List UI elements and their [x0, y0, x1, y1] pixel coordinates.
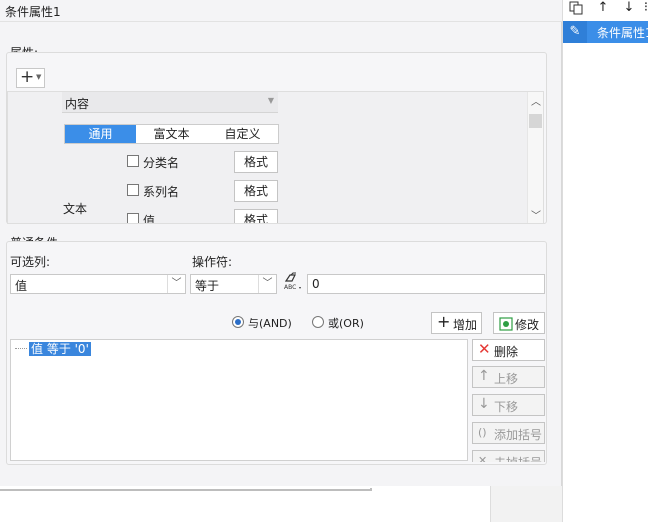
checkbox-label: 系列名: [143, 185, 180, 199]
condition-attribute-dialog: 条件属性1 属性: + ▼ 内容 ▼ 通用 富文本 自定义 分类名 格式 系列名…: [0, 0, 562, 486]
scroll-up-icon[interactable]: ︿: [531, 93, 541, 108]
tree-connector: [15, 348, 27, 349]
vertical-scrollbar[interactable]: ︿ ﹀: [527, 92, 543, 223]
formula-icon-text: ABC: [284, 284, 296, 291]
move-up-icon[interactable]: ↑: [595, 0, 611, 16]
move-down-label: 下移: [494, 400, 519, 414]
column-label: 可选列:: [10, 255, 51, 269]
content-dropdown[interactable]: 内容 ▼: [62, 92, 278, 113]
formula-type-icon[interactable]: ABC: [283, 272, 303, 292]
format-button-series[interactable]: 格式: [234, 180, 278, 202]
radio-or-label: 或(OR): [328, 317, 364, 330]
delete-icon: ✕: [478, 340, 491, 358]
bottom-divider: [0, 488, 372, 491]
condition-value-input[interactable]: 0: [307, 274, 545, 294]
remove-bracket-icon: ✕: [478, 454, 488, 462]
add-attribute-button[interactable]: + ▼: [16, 67, 45, 88]
list-item[interactable]: 值 等于 '0': [29, 342, 91, 356]
arrow-down-icon: ↓: [478, 396, 490, 412]
format-button-value[interactable]: 格式: [234, 209, 278, 223]
checkbox-label: 值: [143, 214, 156, 224]
format-button-category[interactable]: 格式: [234, 151, 278, 173]
move-up-label: 上移: [494, 372, 519, 386]
arrow-up-icon: ↑: [478, 368, 490, 384]
bottom-area: [0, 486, 562, 522]
operator-select-value: 等于: [195, 279, 220, 293]
checkbox[interactable]: [127, 213, 139, 223]
operator-select[interactable]: 等于 ﹀: [190, 274, 277, 294]
add-bracket-button[interactable]: () 添加括号: [472, 422, 545, 444]
chevron-down-icon: ﹀: [258, 275, 276, 293]
bracket-icon: (): [478, 426, 487, 439]
radio-button[interactable]: [312, 316, 324, 328]
attribute-panel: 内容 ▼ 通用 富文本 自定义 分类名 格式 系列名 格式 文本 值 格式 ︿ …: [7, 91, 544, 224]
remove-bracket-label: 去掉括号: [494, 454, 542, 462]
tab-custom[interactable]: 自定义: [207, 125, 278, 143]
move-down-icon[interactable]: ↓: [621, 0, 637, 16]
chevron-down-icon: ▼: [36, 73, 42, 81]
pencil-icon[interactable]: ✎: [563, 21, 587, 43]
operator-label: 操作符:: [192, 255, 233, 269]
checkbox[interactable]: [127, 184, 139, 196]
scroll-down-icon[interactable]: ﹀: [531, 207, 541, 222]
scroll-thumb[interactable]: [529, 114, 542, 128]
title-bar: 条件属性1: [0, 0, 562, 22]
modify-condition-label: 修改: [515, 318, 540, 332]
add-condition-button[interactable]: + 增加: [431, 312, 482, 334]
remove-bracket-button[interactable]: ✕ 去掉括号: [472, 450, 545, 462]
condition-list-panel: ↑ ↓ ⁝ ✎ 条件属性1: [562, 0, 648, 522]
checkbox[interactable]: [127, 155, 139, 167]
more-icon[interactable]: ⁝: [643, 0, 648, 16]
condition-list-item-label: 条件属性1: [597, 26, 648, 40]
add-bracket-label: 添加括号: [494, 428, 543, 442]
text-label: 文本: [63, 202, 88, 216]
delete-button[interactable]: ✕ 删除: [472, 339, 545, 361]
radio-and-label: 与(AND): [248, 317, 292, 330]
modify-icon: [499, 314, 513, 335]
dialog-title: 条件属性1: [5, 5, 61, 19]
condition-list[interactable]: 值 等于 '0': [10, 339, 468, 461]
column-select[interactable]: 值 ﹀: [10, 274, 186, 294]
plus-icon: +: [437, 312, 451, 331]
radio-button[interactable]: [232, 316, 244, 328]
move-up-button[interactable]: ↑ 上移: [472, 366, 545, 388]
move-down-button[interactable]: ↓ 下移: [472, 394, 545, 416]
tab-rich-text[interactable]: 富文本: [136, 125, 207, 143]
plus-icon: +: [20, 67, 35, 87]
checkbox-label: 分类名: [143, 156, 180, 170]
copy-icon[interactable]: [568, 0, 584, 16]
content-dropdown-value: 内容: [65, 97, 90, 111]
chevron-down-icon: ▼: [267, 96, 274, 105]
chevron-down-icon: ﹀: [167, 275, 185, 293]
modify-condition-button[interactable]: 修改: [493, 312, 545, 334]
add-condition-label: 增加: [453, 318, 478, 332]
delete-label: 删除: [494, 345, 519, 359]
column-select-value: 值: [15, 279, 28, 293]
text-type-tabs: 通用 富文本 自定义: [64, 124, 279, 144]
bottom-right-panel: [490, 486, 562, 522]
remove-bracket-clip: ✕ 去掉括号: [472, 450, 545, 462]
condition-list-item[interactable]: ✎ 条件属性1: [563, 21, 648, 43]
tab-general[interactable]: 通用: [65, 125, 136, 143]
condition-value: 0: [312, 277, 320, 291]
